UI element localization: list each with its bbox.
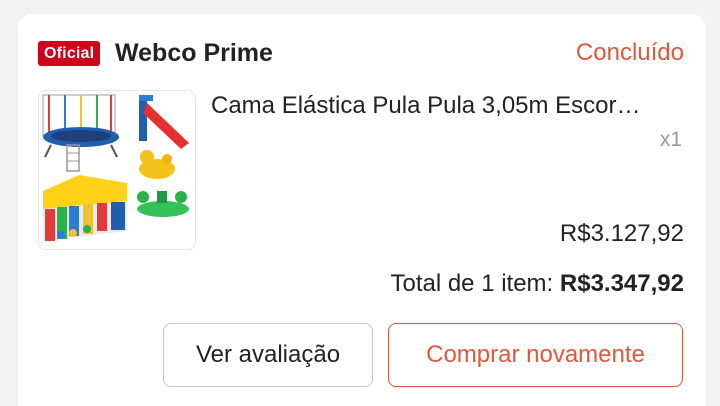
product-image[interactable] (38, 90, 196, 250)
slide-icon (139, 95, 189, 149)
seesaw-icon (137, 191, 189, 217)
playground-product-icon (42, 94, 189, 241)
ball-pit-icon (43, 175, 127, 241)
product-title[interactable]: Cama Elástica Pula Pula 3,05m Escor… (211, 89, 691, 123)
total-label: Total de 1 item: (390, 270, 554, 297)
product-price: R$3.127,92 (559, 220, 684, 247)
order-status: Concluído (575, 39, 684, 66)
trampoline-icon (42, 94, 119, 172)
rocker-icon (139, 150, 175, 179)
shop-name[interactable]: Webco Prime (115, 36, 273, 70)
total-value: R$3.347,92 (559, 270, 684, 297)
order-card: Oficial Webco Prime Concluído Cama Elást… (18, 14, 706, 406)
product-quantity: x1 (659, 128, 682, 151)
view-review-button[interactable]: Ver avaliação (163, 323, 373, 387)
order-total: Total de 1 item: R$3.347,92 (390, 267, 684, 301)
official-badge: Oficial (38, 41, 101, 66)
buy-again-button[interactable]: Comprar novamente (388, 323, 683, 387)
